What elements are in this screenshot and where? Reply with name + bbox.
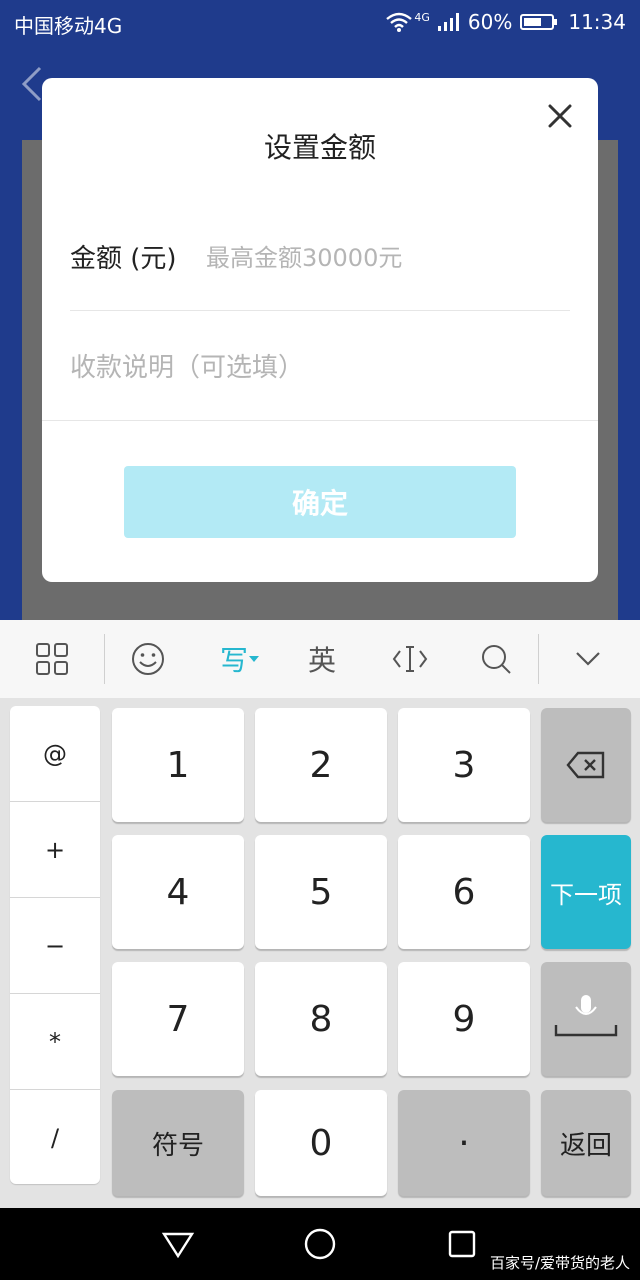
grid-icon: [36, 643, 68, 675]
microphone-space-icon: [554, 995, 618, 1037]
backspace-icon: [566, 751, 605, 779]
key-9[interactable]: 9: [398, 962, 530, 1076]
collapse-keyboard-button[interactable]: [566, 636, 610, 682]
watermark: 百家号/爱带货的老人: [489, 1254, 630, 1272]
key-8[interactable]: 8: [255, 962, 387, 1076]
key-at[interactable]: @: [10, 706, 100, 801]
key-7[interactable]: 7: [112, 962, 244, 1076]
back-triangle-icon[interactable]: [158, 1224, 198, 1264]
divider: [70, 310, 570, 311]
description-input[interactable]: [70, 348, 570, 388]
key-2[interactable]: 2: [255, 708, 387, 822]
handwriting-button[interactable]: 写: [214, 636, 266, 682]
key-3[interactable]: 3: [398, 708, 530, 822]
status-bar: 中国移动4G 4G 60% 11:34: [0, 0, 640, 44]
next-field-key[interactable]: 下一项: [541, 835, 631, 949]
amount-label: 金额 (元): [70, 244, 177, 274]
toolbar-divider: [104, 634, 105, 684]
network-type: 4G: [414, 10, 430, 24]
divider: [42, 420, 598, 421]
key-slash[interactable]: /: [10, 1090, 100, 1185]
key-1[interactable]: 1: [112, 708, 244, 822]
key-4[interactable]: 4: [112, 835, 244, 949]
amount-input[interactable]: [206, 238, 566, 278]
english-mode-button[interactable]: 英: [300, 636, 344, 682]
recents-square-icon[interactable]: [442, 1224, 482, 1264]
signal-icon: [437, 13, 459, 31]
battery-percent: 60%: [467, 10, 513, 34]
dot-key[interactable]: ·: [398, 1090, 530, 1196]
dialog-title: 设置金额: [263, 131, 376, 164]
key-6[interactable]: 6: [398, 835, 530, 949]
key-plus[interactable]: +: [10, 802, 100, 897]
back-chevron-icon[interactable]: [18, 64, 44, 104]
cursor-button[interactable]: [388, 636, 432, 682]
symbol-column: @ + − * /: [10, 706, 100, 1184]
caret-down-icon: [249, 656, 259, 662]
return-key[interactable]: 返回: [541, 1090, 631, 1196]
key-minus[interactable]: −: [10, 898, 100, 993]
grid-menu-button[interactable]: [30, 636, 74, 682]
search-icon: [482, 645, 511, 674]
wifi-icon: [386, 12, 413, 32]
clock: 11:34: [568, 10, 626, 34]
system-navigation-bar: 百家号/爱带货的老人: [0, 1208, 640, 1280]
numeric-keyboard: @ + − * / 1 2 3 4 5 6 下一项 7 8 9 符号 0 · 返…: [0, 698, 640, 1208]
key-0[interactable]: 0: [255, 1090, 387, 1196]
home-circle-icon[interactable]: [300, 1224, 340, 1264]
smiley-icon: [132, 643, 164, 675]
voice-space-key[interactable]: [541, 962, 631, 1076]
search-button[interactable]: [474, 636, 518, 682]
chevron-down-icon: [576, 652, 600, 666]
carrier-name: 中国移动4G: [14, 14, 123, 38]
confirm-button[interactable]: 确定: [124, 466, 516, 538]
close-icon: [548, 104, 572, 128]
status-icons: 4G 60% 11:34: [386, 10, 626, 34]
set-amount-dialog: 设置金额 金额 (元) 确定: [42, 78, 598, 582]
emoji-button[interactable]: [126, 636, 170, 682]
key-asterisk[interactable]: *: [10, 994, 100, 1089]
battery-icon: [520, 14, 558, 30]
toolbar-divider: [538, 634, 539, 684]
keyboard-toolbar: 写 英: [0, 620, 640, 699]
backspace-key[interactable]: [541, 708, 631, 822]
symbols-key[interactable]: 符号: [112, 1090, 244, 1196]
close-button[interactable]: [540, 96, 580, 136]
key-5[interactable]: 5: [255, 835, 387, 949]
handwriting-label: 写: [219, 644, 248, 677]
cursor-icon: [392, 646, 428, 672]
